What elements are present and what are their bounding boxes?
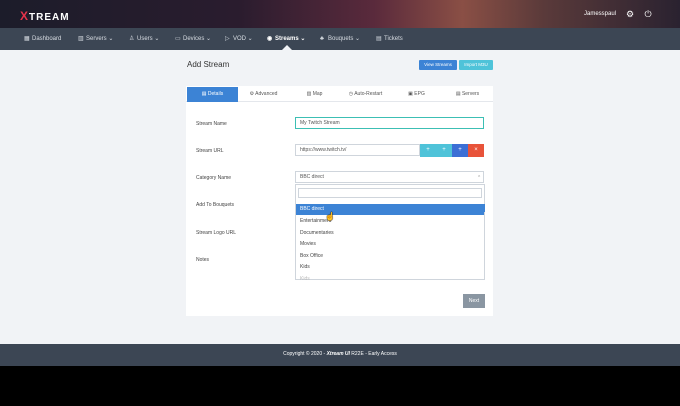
dropdown-search-input[interactable] <box>298 188 482 198</box>
devices-icon: ▭ <box>175 36 181 42</box>
dropdown-option[interactable]: Box Office <box>296 251 484 262</box>
mouse-cursor-icon: ☝ <box>325 212 335 221</box>
nav-bouquets[interactable]: ♣ Bouquets ⌄ <box>320 35 360 42</box>
stream-name-input[interactable]: My Twitch Stream <box>295 117 484 129</box>
logo-url-label: Stream Logo URL <box>196 230 237 236</box>
url-remove-button[interactable]: × <box>468 144 484 157</box>
nav-streams[interactable]: ◉ Streams ⌄ <box>267 35 305 42</box>
gear-icon[interactable]: ⚙ <box>625 9 635 19</box>
tab-advanced[interactable]: ⚙ Advanced <box>238 87 289 102</box>
tab-servers[interactable]: ▤ Servers <box>442 87 493 102</box>
server-icon: ▥ <box>78 36 84 42</box>
power-icon[interactable]: ⏻ <box>643 9 653 19</box>
url-add-button-2[interactable]: + <box>436 144 452 157</box>
tab-map[interactable]: ▥ Map <box>289 87 340 102</box>
category-label: Category Name <box>196 175 232 181</box>
nav-tickets[interactable]: ▤ Tickets <box>376 35 403 42</box>
nav-devices[interactable]: ▭ Devices ⌄ <box>175 35 211 42</box>
chevron-up-icon[interactable]: ⌃ <box>477 175 481 181</box>
dashboard-icon: ▦ <box>24 36 30 42</box>
footer-text: Copyright © 2020 - Xtream UI R22E - Earl… <box>283 351 397 357</box>
import-m3u-button[interactable]: Import M3U <box>459 60 493 70</box>
vod-icon: ▷ <box>225 36 230 42</box>
top-header: XTREAM Jamesspaul ⚙ ⏻ <box>0 0 680 28</box>
stream-name-label: Stream Name <box>196 121 227 127</box>
stream-url-input[interactable]: https://www.twitch.tv/ <box>295 144 420 156</box>
view-streams-button[interactable]: View Streams <box>419 60 457 70</box>
user-icon: ♙ <box>129 36 135 42</box>
url-add-button-1[interactable]: + <box>420 144 436 157</box>
bottom-black-bar <box>0 366 680 406</box>
next-button[interactable]: Next <box>463 294 485 308</box>
tab-details[interactable]: ▤ Details <box>187 87 238 102</box>
tickets-icon: ▤ <box>376 36 382 42</box>
streams-icon: ◉ <box>267 36 273 42</box>
notes-label: Notes <box>196 257 210 263</box>
main-nav: ▦ Dashboard ▥ Servers ⌄ ♙ Users ⌄ ▭ Devices … <box>0 28 680 50</box>
tab-auto-restart[interactable]: ◷ Auto-Restart <box>340 87 391 102</box>
nav-users[interactable]: ♙ Users ⌄ <box>129 35 159 42</box>
page-title: Add Stream <box>187 60 230 69</box>
dropdown-option[interactable]: Kids <box>296 274 484 285</box>
nav-dashboard[interactable]: ▦ Dashboard <box>24 35 61 42</box>
bouquets-label: Add To Bouquets <box>196 202 234 208</box>
tab-epg[interactable]: ▣ EPG <box>391 87 442 102</box>
dropdown-scrollbar[interactable] <box>482 204 485 212</box>
username[interactable]: Jamesspaul <box>584 11 616 17</box>
brand-logo[interactable]: XTREAM <box>20 9 70 23</box>
dropdown-option[interactable]: Documentaries <box>296 228 484 239</box>
nav-servers[interactable]: ▥ Servers ⌄ <box>78 35 113 42</box>
bouquets-icon: ♣ <box>320 36 324 42</box>
active-nav-caret <box>282 45 292 50</box>
stream-url-label: Stream URL <box>196 148 224 154</box>
nav-vod[interactable]: ▷ VOD ⌄ <box>225 35 253 42</box>
dropdown-option[interactable]: Movies <box>296 239 484 250</box>
category-select[interactable]: BBC direct <box>295 171 484 183</box>
url-add-button-3[interactable]: + <box>452 144 468 157</box>
dropdown-option[interactable]: Kids <box>296 262 484 273</box>
